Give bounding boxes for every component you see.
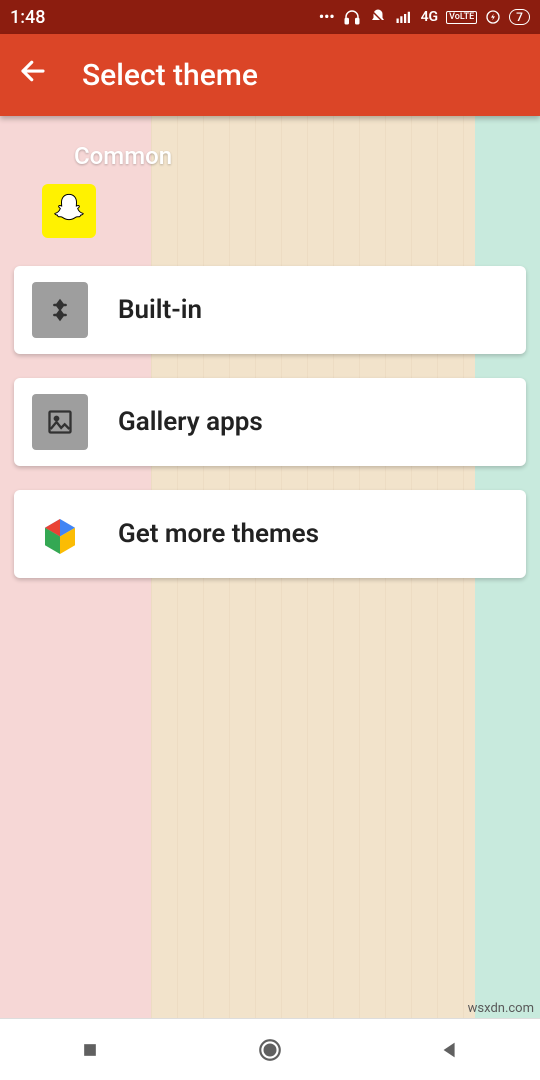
card-get-more-themes-label: Get more themes: [118, 519, 319, 549]
back-button[interactable]: [18, 56, 48, 94]
play-store-icon: [32, 506, 88, 562]
theme-tile-snapchat[interactable]: [42, 184, 96, 238]
snapchat-icon: [49, 191, 89, 231]
nav-home-button[interactable]: [257, 1037, 283, 1063]
section-header-common: Common: [74, 142, 526, 170]
battery-level: 7: [516, 10, 523, 24]
network-type: 4G: [421, 9, 439, 25]
charging-icon: [485, 9, 501, 25]
more-icon: •••: [319, 8, 335, 26]
status-indicators: ••• 4G VoLTE 7: [319, 8, 530, 26]
signal-icon: [395, 8, 413, 26]
system-nav-bar: [0, 1018, 540, 1080]
status-bar: 1:48 ••• 4G VoLTE 7: [0, 0, 540, 34]
headphones-icon: [343, 8, 361, 26]
card-built-in-label: Built-in: [118, 295, 202, 325]
silent-icon: [369, 8, 387, 26]
content-area: Common Built-in Gallery apps Get more th…: [0, 116, 540, 1018]
card-gallery-apps[interactable]: Gallery apps: [14, 378, 526, 466]
nav-back-button[interactable]: [437, 1037, 463, 1063]
card-gallery-apps-label: Gallery apps: [118, 407, 263, 437]
volte-icon: VoLTE: [446, 11, 477, 24]
watermark: wsxdn.com: [468, 1001, 534, 1016]
status-time: 1:48: [10, 7, 45, 28]
nav-recent-button[interactable]: [77, 1037, 103, 1063]
built-in-icon: [32, 282, 88, 338]
app-bar: Select theme: [0, 34, 540, 116]
battery-icon: 7: [509, 9, 530, 25]
card-get-more-themes[interactable]: Get more themes: [14, 490, 526, 578]
page-title: Select theme: [82, 58, 258, 93]
gallery-icon: [32, 394, 88, 450]
card-built-in[interactable]: Built-in: [14, 266, 526, 354]
